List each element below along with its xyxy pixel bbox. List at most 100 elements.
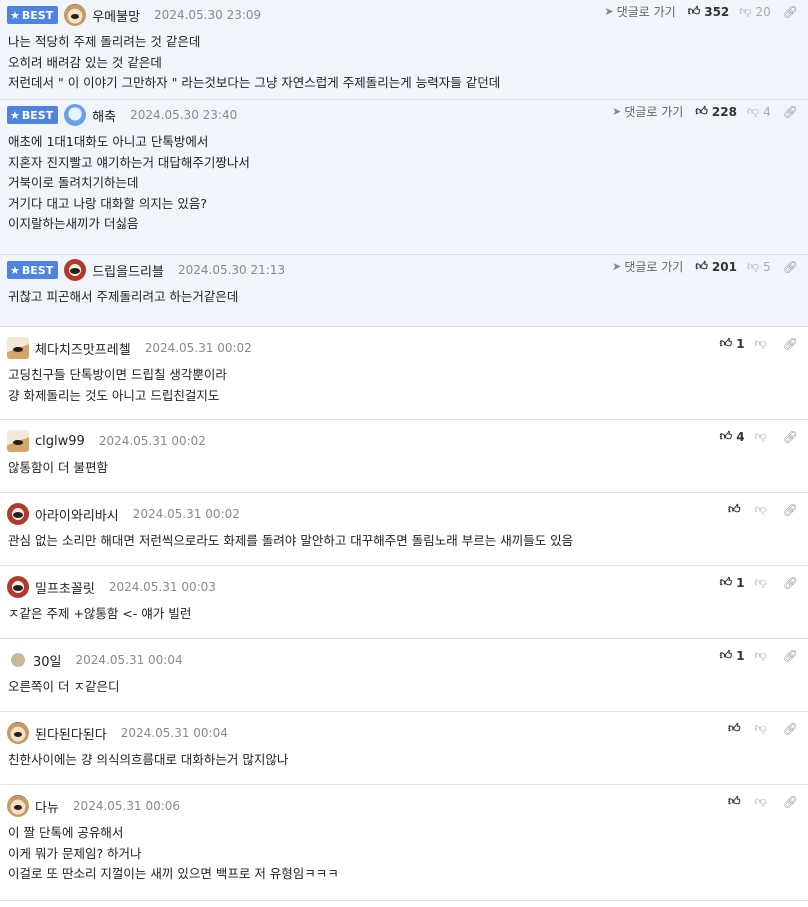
comment-header: 30일 2024.05.31 00:04 bbox=[0, 647, 808, 673]
dislike-button[interactable]: 👎︎ bbox=[755, 336, 771, 351]
nickname[interactable]: 된다된다된다 bbox=[35, 724, 107, 743]
dislike-button[interactable]: 👎︎ bbox=[755, 794, 771, 809]
comment-body: 귀찮고 피곤해서 주제돌리려고 하는거같은데 bbox=[0, 283, 808, 316]
comment-line: 오히려 배려감 있는 것 같은데 bbox=[8, 54, 162, 70]
comment-line: 오른쪽이 더 ㅈ같은디 bbox=[8, 679, 120, 694]
like-button[interactable]: 👍︎ 4 bbox=[720, 429, 745, 444]
comment-actions: 👍︎ 👎︎ 🔗︎ bbox=[728, 502, 798, 517]
comment-date: 2024.05.31 00:02 bbox=[144, 341, 252, 355]
nickname[interactable]: 밀프초꼴릿 bbox=[35, 578, 95, 597]
nickname[interactable]: clglw99 bbox=[35, 434, 85, 449]
go-to-reply-link[interactable]: ➤ 댓글로 가기 bbox=[604, 3, 675, 20]
dislike-button[interactable]: 👎︎ 4 bbox=[747, 104, 771, 119]
best-comment: ★ BEST 드립을드리블 2024.05.30 21:13 ➤ 댓글로 가기 👍︎ 201 👎… bbox=[0, 255, 808, 327]
comment-line: 거북이로 돌려치기하는데 bbox=[8, 175, 139, 190]
link-icon[interactable]: 🔗︎ bbox=[783, 795, 798, 809]
link-icon[interactable]: 🔗︎ bbox=[783, 649, 798, 663]
dislike-button[interactable]: 👎︎ 20 bbox=[739, 4, 770, 19]
comment-header: 된다된다된다 2024.05.31 00:04 bbox=[0, 720, 808, 746]
like-button[interactable]: 👍︎ bbox=[728, 794, 745, 809]
comment: 다뉴 2024.05.31 00:06 👍︎ 👎︎ 🔗︎ 이 짤 단톡에 공유해서 이게 뭐… bbox=[0, 785, 808, 901]
comment: 30일 2024.05.31 00:04 👍︎ 1 👎︎ 🔗︎ 오른쪽이 더 ㅈ같은디 bbox=[0, 639, 808, 712]
link-icon[interactable]: 🔗︎ bbox=[783, 5, 798, 19]
comment: clglw99 2024.05.31 00:02 👍︎ 4 👎︎ 🔗︎ 않통함이 더 불편함 bbox=[0, 420, 808, 493]
thumbs-up-icon: 👍︎ bbox=[719, 648, 733, 662]
comment: 아라이와리바시 2024.05.31 00:02 👍︎ 👎︎ 🔗︎ 관심 없는 소리만 해… bbox=[0, 493, 808, 566]
like-count: 1 bbox=[736, 336, 745, 351]
avatar[interactable] bbox=[7, 722, 29, 744]
link-icon[interactable]: 🔗︎ bbox=[783, 260, 798, 274]
link-icon[interactable]: 🔗︎ bbox=[783, 105, 798, 119]
comment-line: ㅈ같은 주제 +않통함 <- 얘가 빌런 bbox=[8, 606, 192, 621]
nickname[interactable]: 다뉴 bbox=[35, 797, 59, 816]
go-to-reply-link[interactable]: ➤ 댓글로 가기 bbox=[612, 103, 683, 120]
go-to-reply-label: 댓글로 가기 bbox=[624, 105, 684, 119]
star-icon: ★ bbox=[10, 263, 20, 277]
dislike-button[interactable]: 👎︎ bbox=[755, 721, 771, 736]
avatar[interactable] bbox=[11, 653, 25, 667]
comment: 된다된다된다 2024.05.31 00:04 👍︎ 👎︎ 🔗︎ 친한사이에는 걍 의식의… bbox=[0, 712, 808, 785]
comment-line: 이 짤 단톡에 공유해서 bbox=[8, 825, 124, 840]
like-button[interactable]: 👍︎ bbox=[728, 502, 745, 517]
link-icon[interactable]: 🔗︎ bbox=[783, 430, 798, 444]
like-button[interactable]: 👍︎ 201 bbox=[695, 259, 737, 274]
nickname[interactable]: 체다치즈맛프레첼 bbox=[35, 339, 131, 358]
link-icon[interactable]: 🔗︎ bbox=[783, 576, 798, 590]
nickname[interactable]: 우메불망 bbox=[92, 6, 140, 25]
like-button[interactable]: 👍︎ 1 bbox=[720, 336, 745, 351]
avatar[interactable] bbox=[7, 430, 29, 452]
thumbs-down-icon: 👎︎ bbox=[754, 648, 767, 662]
dislike-button[interactable]: 👎︎ bbox=[755, 648, 771, 663]
comment-line: 이걸로 또 딴소리 지껄이는 새끼 있으면 백프로 저 유형임ㅋㅋㅋ bbox=[8, 866, 339, 881]
nickname[interactable]: 아라이와리바시 bbox=[35, 505, 119, 524]
like-count: 352 bbox=[704, 4, 730, 19]
comment-body: 오른쪽이 더 ㅈ같은디 bbox=[0, 673, 808, 706]
link-icon[interactable]: 🔗︎ bbox=[783, 337, 798, 351]
link-icon[interactable]: 🔗︎ bbox=[783, 722, 798, 736]
like-count: 4 bbox=[736, 429, 745, 444]
comment-line: 고딩친구들 단톡방이면 드립칠 생각뿐이라 bbox=[8, 367, 227, 382]
avatar[interactable] bbox=[7, 337, 29, 359]
avatar[interactable] bbox=[7, 576, 29, 598]
like-button[interactable]: 👍︎ 228 bbox=[695, 104, 737, 119]
comment-line: 귀찮고 피곤해서 주제돌리려고 하는거같은데 bbox=[8, 289, 239, 304]
comment-date: 2024.05.30 23:09 bbox=[154, 8, 262, 22]
comment-date: 2024.05.30 23:40 bbox=[130, 108, 238, 122]
avatar[interactable] bbox=[64, 259, 87, 281]
comment-body: 이 짤 단톡에 공유해서 이게 뭐가 문제임? 하거나 이걸로 또 딴소리 지껄이는… bbox=[0, 819, 808, 893]
dislike-button[interactable]: 👎︎ 5 bbox=[747, 259, 771, 274]
like-count: 1 bbox=[736, 648, 745, 663]
nickname[interactable]: 해축 bbox=[92, 106, 116, 125]
best-badge-label: BEST bbox=[21, 263, 54, 277]
dislike-count: 20 bbox=[755, 4, 771, 19]
nickname[interactable]: 드립을드리블 bbox=[92, 261, 164, 280]
avatar[interactable] bbox=[64, 4, 87, 26]
comment-body: ㅈ같은 주제 +않통함 <- 얘가 빌런 bbox=[0, 600, 808, 633]
go-to-reply-link[interactable]: ➤ 댓글로 가기 bbox=[612, 258, 683, 275]
comment-line: 이지랄하는새끼가 더싫음 bbox=[8, 216, 139, 231]
dislike-button[interactable]: 👎︎ bbox=[755, 575, 771, 590]
comment-body: 않통함이 더 불편함 bbox=[0, 454, 808, 487]
dislike-button[interactable]: 👎︎ bbox=[755, 502, 771, 517]
thumbs-up-icon: 👍︎ bbox=[719, 429, 733, 443]
link-icon[interactable]: 🔗︎ bbox=[783, 503, 798, 517]
comment-date: 2024.05.31 00:03 bbox=[108, 580, 216, 594]
like-button[interactable]: 👍︎ bbox=[728, 721, 745, 736]
avatar[interactable] bbox=[7, 795, 29, 817]
avatar[interactable] bbox=[7, 503, 29, 525]
nickname[interactable]: 30일 bbox=[33, 651, 62, 670]
send-arrow-icon: ➤ bbox=[612, 105, 622, 118]
avatar[interactable] bbox=[64, 104, 87, 126]
comment-line: 나는 적당히 주제 돌리려는 것 같은데 bbox=[8, 34, 201, 49]
thumbs-up-icon: 👍︎ bbox=[728, 502, 741, 516]
comment-body: 애초에 1대1대화도 아니고 단톡방에서 지혼자 진지빨고 얘기하는거 대답해주기… bbox=[0, 128, 808, 243]
like-button[interactable]: 👍︎ 1 bbox=[720, 575, 745, 590]
like-button[interactable]: 👍︎ 352 bbox=[688, 4, 730, 19]
thumbs-down-icon: 👎︎ bbox=[754, 429, 767, 443]
like-button[interactable]: 👍︎ 1 bbox=[720, 648, 745, 663]
star-icon: ★ bbox=[10, 108, 20, 122]
dislike-button[interactable]: 👎︎ bbox=[755, 429, 771, 444]
comment-body: 나는 적당히 주제 돌리려는 것 같은데 오히려 배려감 있는 것 같은데 저런데서… bbox=[0, 28, 808, 102]
comment-body: 친한사이에는 걍 의식의흐름대로 대화하는거 많지않나 bbox=[0, 746, 808, 779]
comment-actions: 👍︎ 1 👎︎ 🔗︎ bbox=[720, 575, 798, 590]
